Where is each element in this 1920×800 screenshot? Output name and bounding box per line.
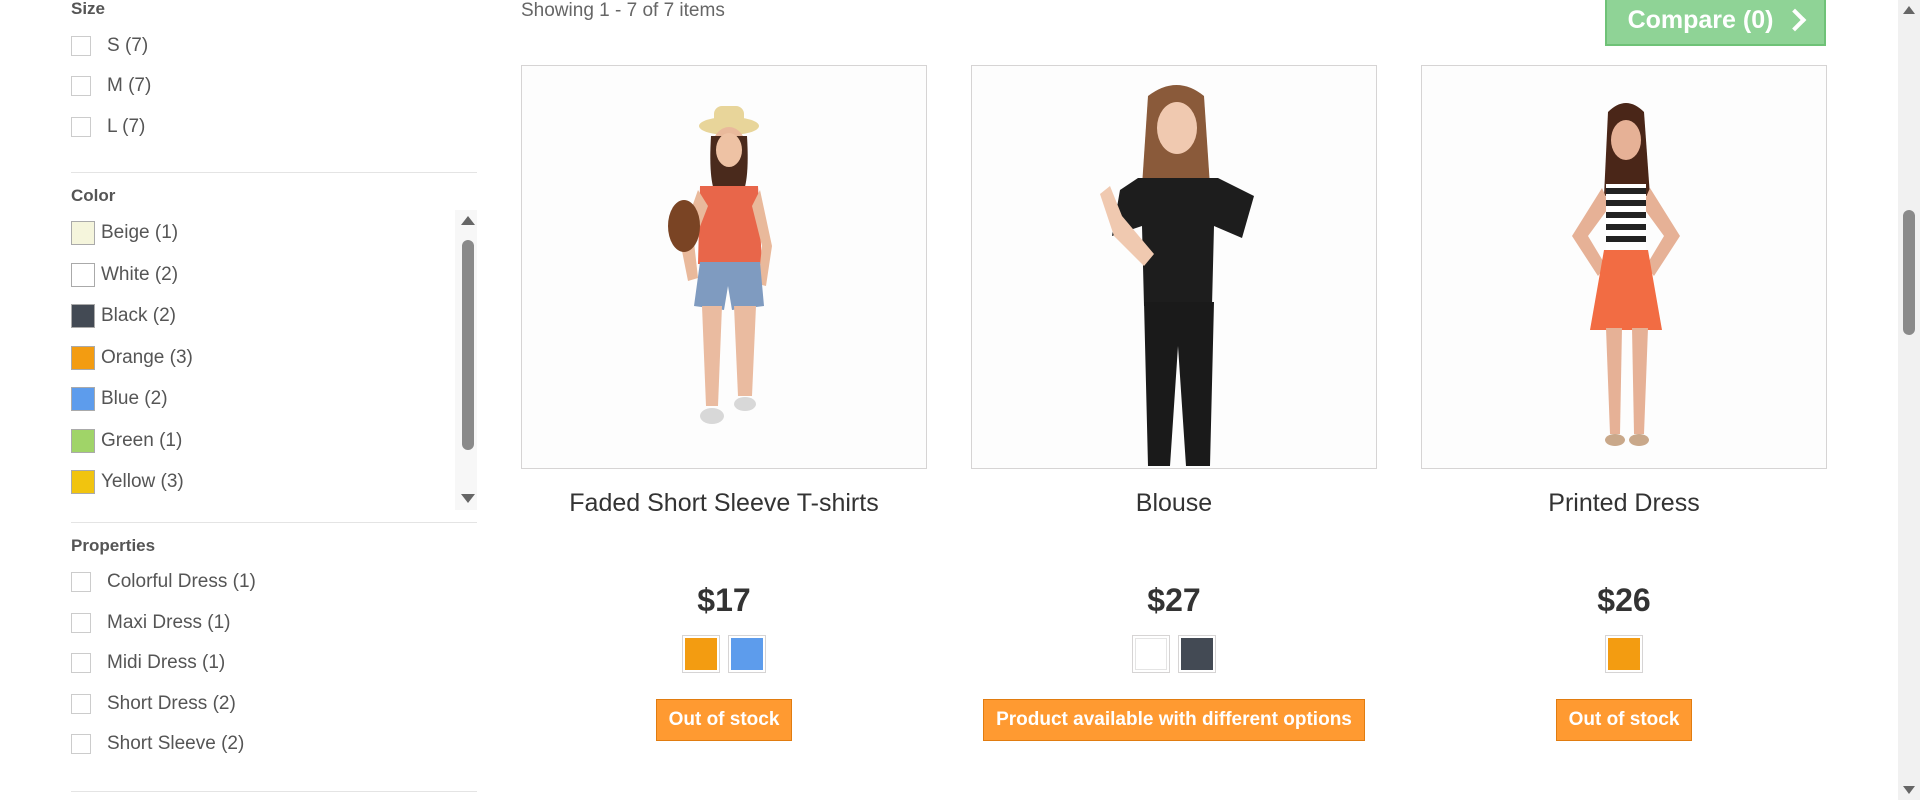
size-option-label: M (7) [107,75,152,96]
scroll-up-arrow-icon[interactable] [461,216,475,225]
property-option-label: Midi Dress (1) [107,652,226,673]
size-option-s[interactable]: S (7) [71,32,148,60]
divider [71,522,477,523]
compare-button[interactable]: Compare (0) [1605,0,1826,46]
color-swatch[interactable] [71,346,95,370]
product-photo-printed-dress-model [1422,66,1826,468]
color-option-green[interactable]: Green (1) [71,427,182,455]
color-option-label: White (2) [101,264,179,285]
checkbox[interactable] [71,613,91,633]
product-photo-blouse-model [972,66,1376,468]
color-swatch[interactable] [71,221,95,245]
product-price: $27 [1147,582,1201,618]
color-option-label: Yellow (3) [101,471,184,492]
property-option-label: Maxi Dress (1) [107,612,231,633]
chevron-right-icon [1784,8,1807,32]
color-chip [685,638,717,670]
color-option-yellow[interactable]: Yellow (3) [71,468,184,496]
color-option-orange[interactable]: Orange (3) [71,344,193,372]
product-name-link[interactable]: Printed Dress [1421,489,1827,518]
product-color-swatch-orange[interactable] [682,635,720,673]
color-option-beige[interactable]: Beige (1) [71,219,178,247]
product-price: $17 [697,582,751,618]
product-color-list [971,635,1377,673]
color-swatch[interactable] [71,263,95,287]
page-scrollbar[interactable] [1898,0,1920,800]
color-filter-title: Color [71,186,116,205]
scroll-thumb[interactable] [1903,210,1915,335]
product-image[interactable] [1421,65,1827,469]
color-chip [1608,638,1640,670]
filter-sidebar: Size S (7) M (7) L (7) Color Beige (1) W… [71,0,477,800]
availability-wrapper: Out of stock [521,699,927,741]
color-option-black[interactable]: Black (2) [71,302,176,330]
size-option-label: S (7) [107,35,149,56]
checkbox[interactable] [71,36,91,56]
size-option-m[interactable]: M (7) [71,72,151,100]
divider [71,791,477,792]
product-color-list [1421,635,1827,673]
color-swatch[interactable] [71,470,95,494]
color-chip [1135,638,1167,670]
property-option-short-dress[interactable]: Short Dress (2) [71,690,236,718]
product-color-swatch-black[interactable] [1178,635,1216,673]
product-color-swatch-white[interactable] [1132,635,1170,673]
color-chip [731,638,763,670]
product-color-swatch-orange[interactable] [1605,635,1643,673]
product-card: Faded Short Sleeve T-shirts $17 Out of s… [521,65,927,741]
property-option-midi-dress[interactable]: Midi Dress (1) [71,649,225,677]
properties-filter-title: Properties [71,536,156,555]
color-option-label: Orange (3) [101,347,193,368]
checkbox[interactable] [71,734,91,754]
color-option-blue[interactable]: Blue (2) [71,385,168,413]
color-option-label: Black (2) [101,305,176,326]
scroll-thumb[interactable] [462,240,474,450]
scroll-up-arrow-icon[interactable] [1903,6,1915,14]
product-photo-tshirt-model [522,66,926,468]
color-option-label: Green (1) [101,430,183,451]
size-filter-title: Size [71,0,106,18]
color-option-label: Blue (2) [101,388,168,409]
showing-count-text: Showing 1 - 7 of 7 items [521,0,725,21]
color-swatch[interactable] [71,387,95,411]
availability-badge: Product available with different options [983,699,1365,741]
checkbox[interactable] [71,76,91,96]
property-option-label: Short Sleeve (2) [107,733,245,754]
color-list-scrollbar[interactable] [455,210,477,510]
product-image[interactable] [521,65,927,469]
product-card: Blouse $27 Product available with differ… [971,65,1377,741]
product-name-link[interactable]: Faded Short Sleeve T-shirts [521,489,927,518]
availability-wrapper: Out of stock [1421,699,1827,741]
property-option-maxi-dress[interactable]: Maxi Dress (1) [71,609,231,637]
property-option-short-sleeve[interactable]: Short Sleeve (2) [71,730,244,758]
product-color-list [521,635,927,673]
size-option-label: L (7) [107,116,146,137]
compare-button-label: Compare (0) [1627,5,1774,34]
property-option-colorful-dress[interactable]: Colorful Dress (1) [71,568,256,596]
scroll-down-arrow-icon[interactable] [461,494,475,503]
availability-wrapper: Product available with different options [971,699,1377,741]
scroll-down-arrow-icon[interactable] [1903,786,1915,794]
availability-badge: Out of stock [655,699,793,741]
color-option-white[interactable]: White (2) [71,261,178,289]
product-color-swatch-blue[interactable] [728,635,766,673]
color-option-label: Beige (1) [101,222,179,243]
product-card: Printed Dress $26 Out of stock [1421,65,1827,741]
color-chip [1181,638,1213,670]
property-option-label: Short Dress (2) [107,693,236,714]
product-price: $26 [1597,582,1651,618]
checkbox[interactable] [71,653,91,673]
availability-badge: Out of stock [1555,699,1693,741]
property-option-label: Colorful Dress (1) [107,571,256,592]
checkbox[interactable] [71,117,91,137]
product-name-link[interactable]: Blouse [971,489,1377,518]
product-image[interactable] [971,65,1377,469]
color-swatch[interactable] [71,429,95,453]
checkbox[interactable] [71,694,91,714]
divider [71,172,477,173]
checkbox[interactable] [71,572,91,592]
size-option-l[interactable]: L (7) [71,113,145,141]
color-swatch[interactable] [71,304,95,328]
